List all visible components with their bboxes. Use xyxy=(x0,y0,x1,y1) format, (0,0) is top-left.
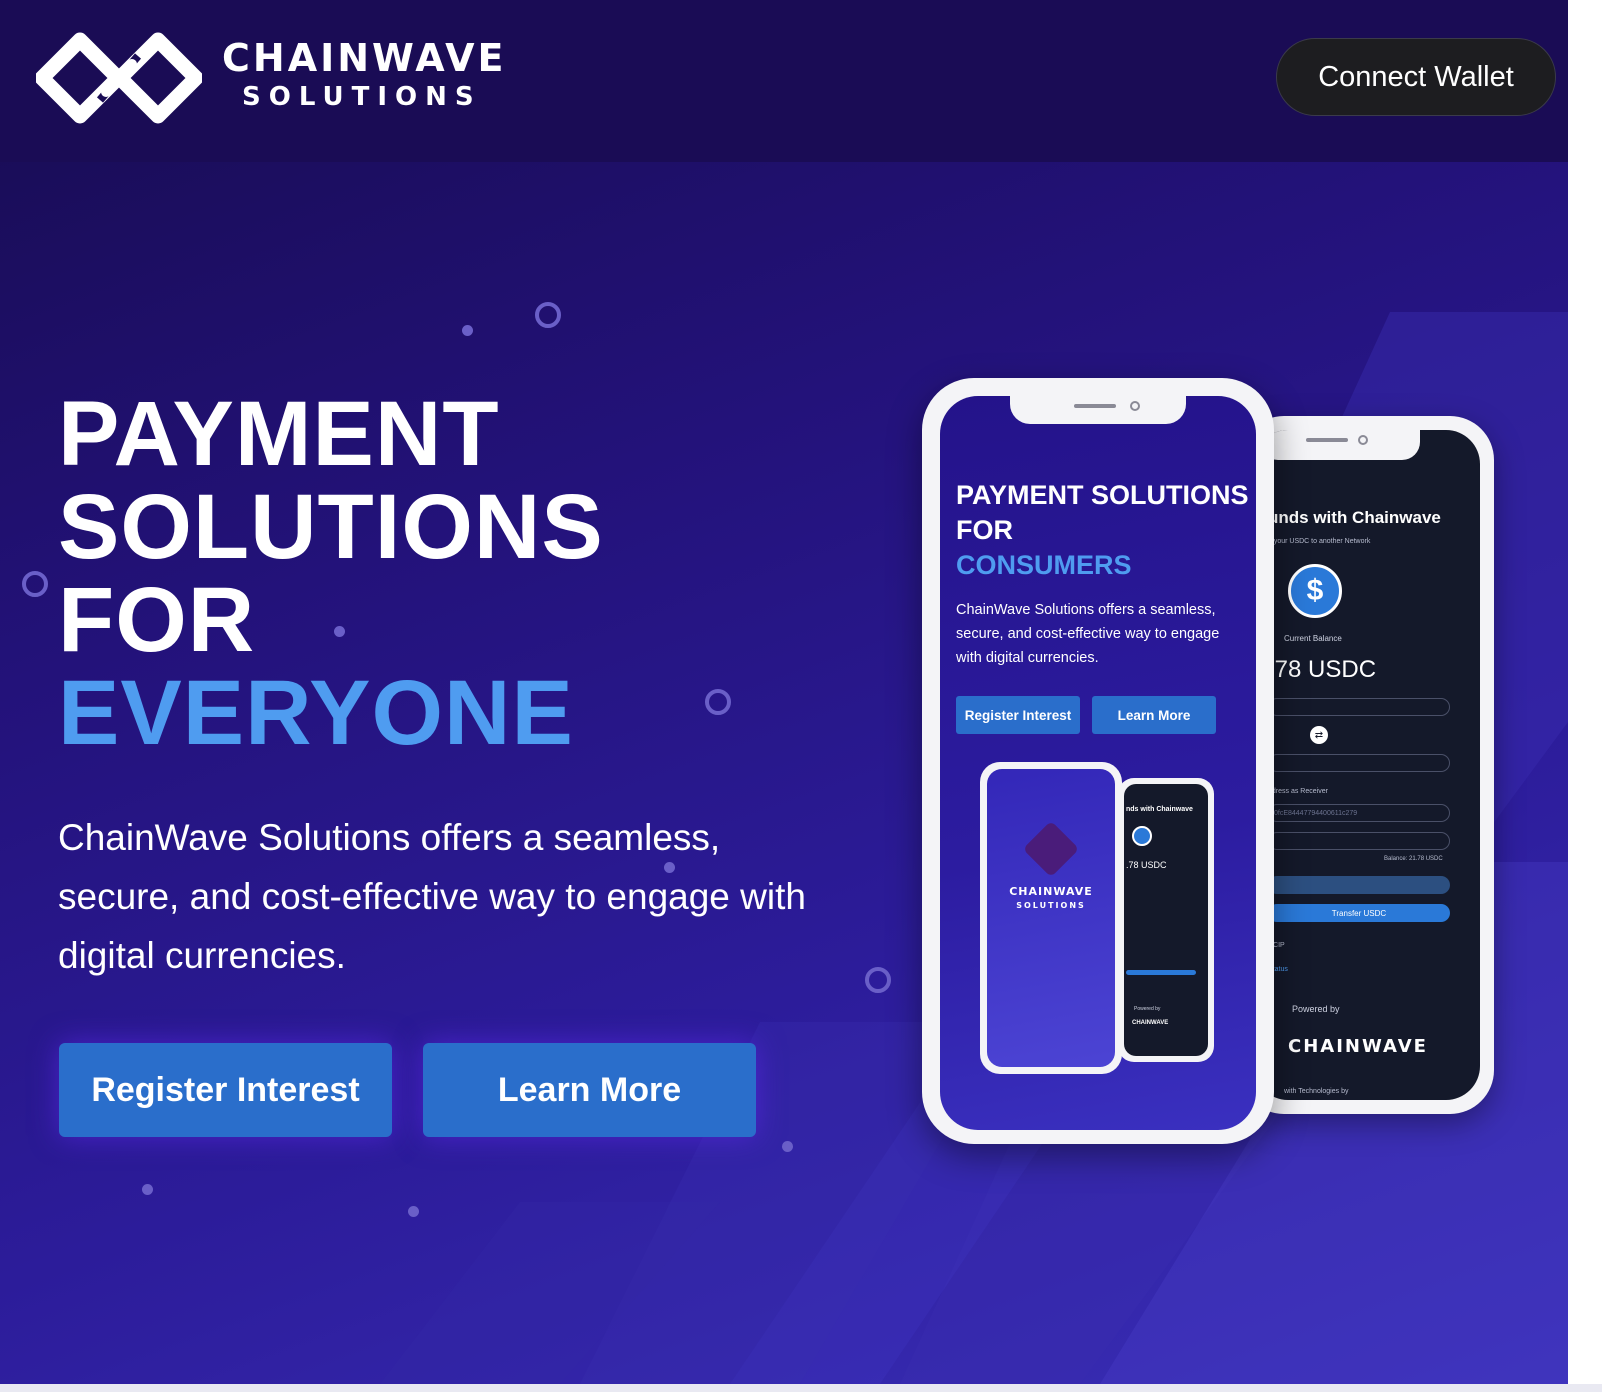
mini-phone-back-screen: nds with Chainwave .78 USDC Powered by C… xyxy=(1124,784,1208,1056)
amount-field xyxy=(1268,832,1450,850)
decor-dot xyxy=(782,1141,793,1152)
brand-logo[interactable]: CHAINWAVE SOLUTIONS xyxy=(36,30,503,130)
hero-title-line: FOR xyxy=(58,569,256,671)
phone-notch xyxy=(1010,396,1186,424)
learn-more-button[interactable]: Learn More xyxy=(423,1043,756,1137)
receiver-address-value: 0fcE84447794400611c279 xyxy=(1274,810,1358,817)
decor-dot xyxy=(462,325,473,336)
landing-page: CHAINWAVE SOLUTIONS Connect Wallet PAYME… xyxy=(0,0,1602,1392)
mini-logo-icon xyxy=(1022,820,1080,878)
transfer-heading: unds with Chainwave xyxy=(1268,508,1441,527)
powered-brand: CHAINWAVE xyxy=(1288,1036,1428,1057)
register-interest-button[interactable]: Register Interest xyxy=(59,1043,392,1137)
mini-heading: nds with Chainwave xyxy=(1126,806,1193,813)
tech-label: with Technologies by xyxy=(1284,1088,1349,1095)
destination-network-select xyxy=(1268,754,1450,772)
phone-front-screen: PAYMENT SOLUTIONS FOR CONSUMERS ChainWav… xyxy=(940,396,1256,1130)
decor-circle xyxy=(22,571,48,597)
balance-hint: Balance: 21.78 USDC xyxy=(1384,856,1443,862)
hero-description: ChainWave Solutions offers a seamless, s… xyxy=(58,817,806,976)
hero-title: PAYMENT SOLUTIONS FOR EVERYONE xyxy=(58,388,604,760)
mini-phone-front-screen: CHAINWAVE SOLUTIONS xyxy=(987,769,1115,1067)
usdc-coin-icon: $ xyxy=(1288,564,1342,618)
phone-title-line: PAYMENT SOLUTIONS xyxy=(956,480,1249,510)
mini-brand-back: CHAINWAVE xyxy=(1132,1020,1169,1026)
swap-icon: ⇄ xyxy=(1310,726,1328,744)
phone-title: PAYMENT SOLUTIONS FOR CONSUMERS xyxy=(956,478,1256,583)
phone-register-button: Register Interest xyxy=(956,696,1080,734)
source-network-select xyxy=(1268,698,1450,716)
camera-dot xyxy=(1130,401,1140,411)
phone-back-screen: unds with Chainwave g your USDC to anoth… xyxy=(1254,430,1480,1100)
decor-circle xyxy=(535,302,561,328)
decor-dot xyxy=(142,1184,153,1195)
phone-title-line: FOR xyxy=(956,515,1013,545)
mini-brand-sub: SOLUTIONS xyxy=(1016,901,1086,910)
camera-dot xyxy=(1358,435,1368,445)
hero-title-line: SOLUTIONS xyxy=(58,476,604,578)
speaker-bar xyxy=(1074,404,1116,408)
mini-phone-back: nds with Chainwave .78 USDC Powered by C… xyxy=(1118,778,1214,1062)
hero-title-accent: EVERYONE xyxy=(58,662,574,764)
mini-phone-front: CHAINWAVE SOLUTIONS xyxy=(980,762,1122,1074)
mini-coin-icon xyxy=(1132,826,1152,846)
mini-transfer-bar xyxy=(1126,970,1196,975)
transfer-subheading: g your USDC to another Network xyxy=(1268,538,1371,545)
page-right-margin xyxy=(1568,0,1602,1392)
powered-by-label: Powered by xyxy=(1292,1004,1340,1014)
phone-mockup-back: unds with Chainwave g your USDC to anoth… xyxy=(1240,416,1494,1114)
logo-title: CHAINWAVE xyxy=(222,36,507,80)
speaker-bar xyxy=(1306,438,1348,442)
phone-learn-button: Learn More xyxy=(1092,696,1216,734)
mini-brand-title: CHAINWAVE xyxy=(1009,885,1093,898)
transfer-usdc-button: Transfer USDC xyxy=(1268,904,1450,922)
mini-powered: Powered by xyxy=(1134,1006,1161,1012)
chainwave-logo-icon xyxy=(36,32,202,124)
top-navbar: CHAINWAVE SOLUTIONS Connect Wallet xyxy=(0,0,1568,162)
logo-subtitle: SOLUTIONS xyxy=(242,82,482,112)
decor-circle xyxy=(865,967,891,993)
balance-label: Current Balance xyxy=(1284,634,1342,643)
phone-title-accent: CONSUMERS xyxy=(956,550,1132,580)
connect-wallet-button[interactable]: Connect Wallet xyxy=(1276,38,1556,116)
phone-description: ChainWave Solutions offers a seamless, s… xyxy=(956,602,1220,666)
phone-mockup-front: PAYMENT SOLUTIONS FOR CONSUMERS ChainWav… xyxy=(922,378,1274,1144)
approve-bar xyxy=(1268,876,1450,894)
decor-circle xyxy=(705,689,731,715)
balance-value: .78 USDC xyxy=(1268,656,1377,683)
receiver-label: ddress as Receiver xyxy=(1268,788,1328,795)
page-bottom-margin xyxy=(0,1384,1602,1392)
mini-balance: .78 USDC xyxy=(1126,860,1167,870)
hero-title-line: PAYMENT xyxy=(58,383,500,485)
decor-dot xyxy=(408,1206,419,1217)
phone-notch xyxy=(1260,430,1420,460)
